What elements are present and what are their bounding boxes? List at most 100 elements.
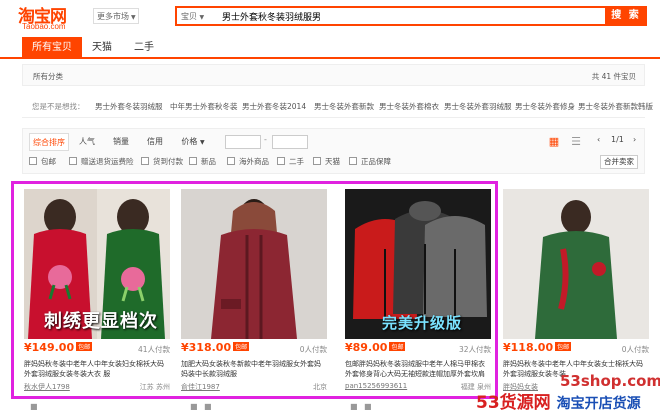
watermark-site: 53货源网	[476, 393, 551, 413]
filter-label: 包邮	[41, 157, 56, 166]
prev-page-icon[interactable]: ‹	[597, 135, 600, 144]
checkbox-icon[interactable]	[227, 157, 235, 165]
filter-return-insurance[interactable]: 赠送退货运费险	[69, 156, 134, 167]
sort-price[interactable]: 价格 ▼	[175, 133, 211, 151]
product-photo-red-hooded-coat	[181, 189, 327, 339]
related-item[interactable]: 男士冬装外套棉衣	[379, 101, 439, 112]
taobao-logo-sub: Taobao.com	[22, 22, 66, 31]
chevron-down-icon: ▼	[199, 139, 205, 146]
price-min-input[interactable]	[225, 135, 261, 149]
list-view-icon[interactable]: ☰	[567, 133, 585, 151]
page-indicator: 1/1	[611, 135, 624, 144]
product-price: ¥118.00 包邮	[503, 341, 572, 354]
shop-location: 北京	[313, 383, 327, 391]
sort-popularity[interactable]: 人气	[73, 133, 101, 151]
product-image[interactable]: 刺绣更显档次	[24, 189, 170, 339]
related-item[interactable]: 男士外套冬装羽绒服	[95, 101, 163, 112]
checkbox-icon[interactable]	[277, 157, 285, 165]
checkbox-icon[interactable]	[349, 157, 357, 165]
sort-credit[interactable]: 信用	[141, 133, 169, 151]
free-shipping-badge: 包邮	[389, 342, 406, 351]
market-label: 更多市场	[97, 12, 129, 21]
sort-filter-bar: 综合排序 人气 销量 信用 价格 ▼ - ▦ ☰ ‹ 1/1 › 包邮 赠送退货…	[22, 128, 645, 174]
sort-default[interactable]: 综合排序	[29, 133, 69, 151]
product-image[interactable]: 完美升级版	[345, 189, 491, 339]
search-box[interactable]: 宝贝 ▼ 男士外套秋冬装羽绒服男	[175, 6, 607, 26]
product-title[interactable]: 包邮胖妈妈秋冬装羽绒服中老年人棉马甲棉衣外套修身背心大码无袖短款连帽加厚外套坎肩	[345, 359, 489, 379]
checkbox-icon[interactable]	[313, 157, 321, 165]
checkbox-icon[interactable]	[189, 157, 197, 165]
market-dropdown[interactable]: 更多市场 ▼	[93, 8, 139, 24]
product-title[interactable]: 胖妈妈秋冬装中老年人中年女装妇女棉袄大码外套羽绒服女装冬装大衣 服	[24, 359, 168, 379]
shop-name[interactable]: 秋水伊人1798	[24, 382, 70, 392]
shop-name[interactable]: 俞佳江1987	[181, 382, 220, 392]
wangwang-icon: ■	[204, 402, 212, 411]
filter-cod[interactable]: 货到付款	[141, 156, 183, 167]
paid-count: 0人付款	[299, 345, 327, 354]
sort-price-label: 价格	[181, 137, 198, 146]
product-overlay-text: 刺绣更显档次	[44, 311, 158, 332]
filter-label: 新品	[201, 157, 216, 166]
filter-label: 赠送退货运费险	[81, 157, 134, 166]
tab-all[interactable]: 所有宝贝	[22, 37, 82, 59]
tab-tmall[interactable]: 天猫	[84, 37, 120, 59]
related-item[interactable]: 男士冬装外套新款韩版	[578, 101, 653, 112]
breadcrumb-all-categories[interactable]: 所有分类	[33, 71, 63, 82]
next-page-icon[interactable]: ›	[633, 135, 636, 144]
search-input[interactable]: 男士外套秋冬装羽绒服男	[222, 10, 321, 23]
product-price: ¥89.00 包邮	[345, 341, 406, 354]
filter-tmall[interactable]: 天猫	[313, 156, 340, 167]
filter-free-shipping[interactable]: 包邮	[29, 156, 56, 167]
filter-label: 正品保障	[361, 157, 391, 166]
tmall-icon: ■	[30, 402, 38, 411]
price-value: ¥89.00	[345, 341, 388, 354]
paid-count: 32人付款	[458, 345, 491, 354]
product-price: ¥149.00 包邮	[24, 341, 93, 354]
filter-new[interactable]: 新品	[189, 156, 216, 167]
checkbox-icon[interactable]	[141, 157, 149, 165]
related-label: 您是不是想找：	[32, 102, 85, 111]
shop-name[interactable]: pan15256993611	[345, 382, 407, 390]
header: 淘宝网 Taobao.com 更多市场 ▼ 宝贝 ▼ 男士外套秋冬装羽绒服男 搜 …	[0, 0, 660, 36]
related-item[interactable]: 男士外套冬装2014	[242, 101, 306, 112]
paid-count: 0人付款	[621, 345, 649, 354]
price-value: ¥318.00	[181, 341, 232, 354]
product-card[interactable]: ¥318.00 包邮 0人付款 加肥大码女装秋冬新款中老年羽绒服女外套妈妈装中长款…	[177, 186, 333, 394]
product-card[interactable]: 完美升级版 ¥89.00 包邮 32人付款 包邮胖妈妈秋冬装羽绒服中老年人棉马甲棉…	[341, 186, 497, 394]
result-count: 共 41 件宝贝	[591, 72, 636, 81]
breadcrumb: 所有分类 共 41 件宝贝	[22, 64, 645, 86]
product-title[interactable]: 加肥大码女装秋冬新款中老年羽绒服女外套妈妈装中长款羽绒服	[181, 359, 325, 379]
free-shipping-badge: 包邮	[555, 342, 572, 351]
paid-count: 41人付款	[137, 345, 170, 354]
grid-view-icon[interactable]: ▦	[545, 133, 563, 151]
related-item[interactable]: 男士冬装外套羽绒服	[444, 101, 512, 112]
related-item[interactable]: 中年男士外套秋冬装	[170, 101, 238, 112]
watermark-brand: 53货源网 淘宝开店货源	[476, 388, 641, 413]
product-image[interactable]	[503, 189, 649, 339]
wangwang-icon: ■	[364, 402, 372, 411]
tab-secondhand[interactable]: 二手	[126, 37, 162, 59]
search-button[interactable]: 搜 索	[605, 6, 647, 26]
checkbox-icon[interactable]	[69, 157, 77, 165]
product-price: ¥318.00 包邮	[181, 341, 250, 354]
product-image[interactable]	[181, 189, 327, 339]
watermark-slogan: 淘宝开店货源	[556, 396, 641, 412]
sort-sales[interactable]: 销量	[107, 133, 135, 151]
checkbox-icon[interactable]	[29, 157, 37, 165]
product-card[interactable]: 刺绣更显档次 ¥149.00 包邮 41人付款 胖妈妈秋冬装中老年人中年女装妇女棉…	[20, 186, 176, 394]
shop-location: 江苏 苏州	[139, 383, 170, 391]
related-item[interactable]: 男士冬装外套新款	[314, 101, 374, 112]
filter-label: 天猫	[325, 157, 340, 166]
price-dash: -	[264, 135, 267, 144]
filter-genuine[interactable]: 正品保障	[349, 156, 391, 167]
shop-icon: ■	[350, 402, 358, 411]
price-max-input[interactable]	[272, 135, 308, 149]
merge-sellers-button[interactable]: 合并卖家	[600, 155, 638, 169]
filter-label: 二手	[289, 157, 304, 166]
product-card[interactable]: ¥118.00 包邮 0人付款 胖妈妈秋冬装中老年人中年女装女士棉袄大码外套羽绒服…	[499, 186, 655, 394]
filter-secondhand[interactable]: 二手	[277, 156, 304, 167]
filter-overseas[interactable]: 海外商品	[227, 156, 269, 167]
search-category-select[interactable]: 宝贝 ▼	[181, 11, 204, 22]
related-item[interactable]: 男士冬装外套修身	[515, 101, 575, 112]
search-category-label: 宝贝	[181, 12, 197, 21]
